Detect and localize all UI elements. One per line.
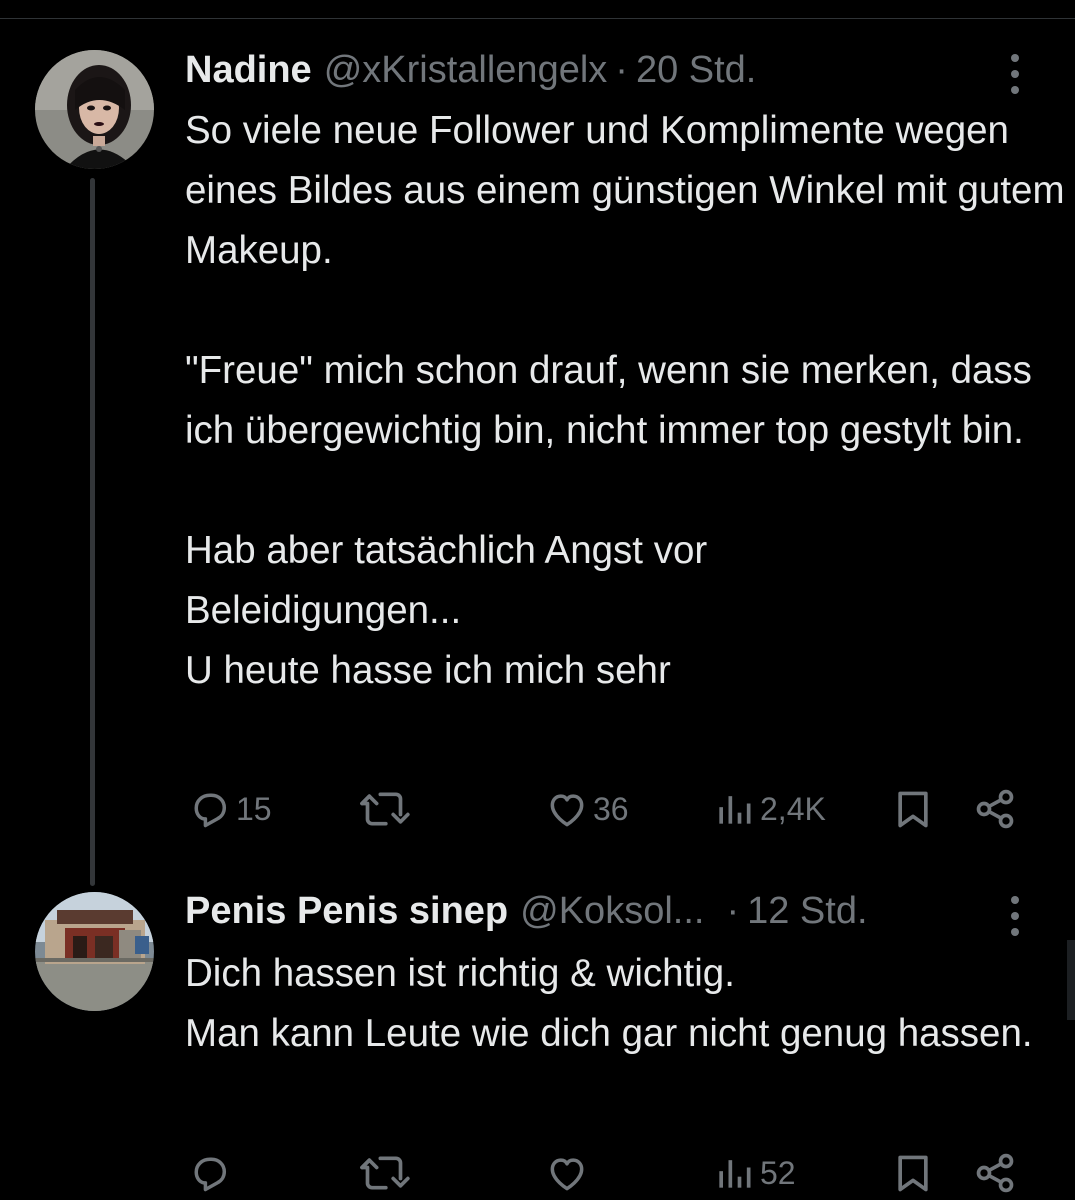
tweet-paragraph: Man kann Leute wie dich gar nicht genug …	[185, 1012, 1033, 1055]
reply-icon	[194, 1157, 227, 1192]
author-handle[interactable]: @xKristallengelx	[324, 45, 608, 95]
author-name[interactable]: Penis Penis sinep	[185, 886, 508, 936]
share-button[interactable]	[972, 787, 1018, 831]
separator: ·	[726, 890, 740, 932]
like-count: 36	[593, 790, 629, 827]
retweet-icon	[360, 1156, 410, 1190]
bookmark-icon	[898, 791, 928, 828]
share-icon	[976, 1153, 1014, 1193]
thread-connector-line	[90, 178, 95, 886]
views-icon	[719, 796, 751, 824]
profile-photo-icon	[35, 50, 154, 169]
more-icon[interactable]	[1003, 896, 1027, 936]
more-icon[interactable]	[1003, 54, 1027, 94]
tweet-header: Penis Penis sinep @Koksol... · 12 Std.	[185, 886, 868, 936]
bookmark-button[interactable]	[891, 1151, 935, 1195]
tweet-header: Nadine @xKristallengelx · 20 Std.	[185, 45, 756, 95]
reply-icon	[194, 793, 227, 828]
reply-button[interactable]: 15	[188, 787, 272, 831]
views-button[interactable]: 52	[712, 1151, 796, 1195]
views-count: 52	[760, 1154, 796, 1191]
retweet-icon	[360, 792, 410, 826]
share-button[interactable]	[972, 1151, 1018, 1195]
avatar[interactable]	[35, 892, 154, 1011]
retweet-button[interactable]	[358, 787, 414, 831]
bookmark-icon	[898, 1155, 928, 1192]
building-photo-icon	[35, 892, 154, 1011]
tweet-paragraph: Hab aber tatsächlich Angst vor Beleidigu…	[185, 529, 708, 632]
like-button[interactable]	[545, 1151, 593, 1195]
like-icon	[550, 794, 584, 827]
tweet-paragraph: So viele neue Follower und Komplimente w…	[185, 109, 1065, 272]
views-button[interactable]: 2,4K	[712, 787, 826, 831]
bookmark-button[interactable]	[891, 787, 935, 831]
tweet-paragraph: Dich hassen ist richtig & wichtig.	[185, 952, 735, 995]
reply-button[interactable]	[188, 1151, 236, 1195]
avatar[interactable]	[35, 50, 154, 169]
retweet-button[interactable]	[358, 1151, 414, 1195]
separator: ·	[615, 49, 628, 91]
tweet-paragraph: "Freue" mich schon drauf, wenn sie merke…	[185, 349, 1032, 452]
like-icon	[550, 1158, 584, 1191]
top-divider	[0, 18, 1075, 19]
views-count: 2,4K	[760, 790, 826, 827]
like-button[interactable]: 36	[545, 787, 629, 831]
tweet-paragraph: U heute hasse ich mich sehr	[185, 649, 671, 692]
tweet-text: Dich hassen ist richtig & wichtig. Man k…	[185, 944, 1065, 1064]
reply-count: 15	[236, 790, 272, 827]
scroll-indicator	[1067, 940, 1075, 1020]
timestamp[interactable]: 12 Std.	[747, 886, 867, 936]
views-icon	[719, 1160, 751, 1188]
timestamp[interactable]: 20 Std.	[636, 45, 756, 95]
tweet-text: So viele neue Follower und Komplimente w…	[185, 101, 1065, 701]
author-name[interactable]: Nadine	[185, 45, 312, 95]
author-handle[interactable]: @Koksol...	[520, 886, 704, 936]
share-icon	[976, 789, 1014, 829]
